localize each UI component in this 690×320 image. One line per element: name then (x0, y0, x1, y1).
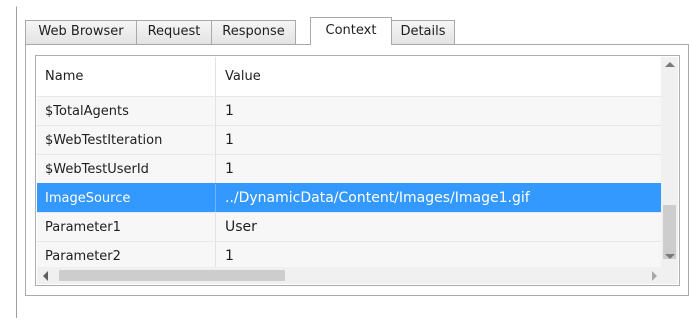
context-grid[interactable]: Name Value $TotalAgents 1 $WebTestIterat… (35, 55, 680, 286)
chevron-left-icon[interactable] (43, 271, 48, 281)
row-name: ImageSource (45, 190, 131, 206)
chevron-down-icon[interactable] (665, 254, 675, 259)
column-divider (215, 213, 216, 241)
row-name: $TotalAgents (45, 103, 129, 119)
column-divider (215, 97, 216, 125)
grid-row-image-source[interactable]: ImageSource ../DynamicData/Content/Image… (37, 183, 662, 212)
tab-request[interactable]: Request (136, 20, 212, 44)
grid-row-parameter1[interactable]: Parameter1 User (37, 212, 662, 241)
row-value: 1 (225, 248, 234, 264)
row-value: ../DynamicData/Content/Images/Image1.gif (225, 190, 530, 206)
grid-header: Name Value (37, 57, 662, 96)
column-header-name[interactable]: Name (45, 57, 215, 96)
chevron-right-icon[interactable] (652, 271, 657, 281)
grid-row-total-agents[interactable]: $TotalAgents 1 (37, 96, 662, 125)
row-value: 1 (225, 161, 234, 177)
vertical-scrollbar[interactable] (661, 57, 678, 267)
scrollbar-corner (661, 267, 678, 284)
grid-row-web-test-iteration[interactable]: $WebTestIteration 1 (37, 125, 662, 154)
column-divider (215, 242, 216, 270)
column-divider[interactable] (215, 57, 216, 96)
row-name: $WebTestIteration (45, 132, 163, 148)
grid-row-web-test-user-id[interactable]: $WebTestUserId 1 (37, 154, 662, 183)
horizontal-scroll-thumb[interactable] (59, 270, 285, 281)
grid-row-parameter2[interactable]: Parameter2 1 (37, 241, 662, 270)
column-divider (215, 126, 216, 154)
horizontal-scrollbar[interactable] (37, 267, 663, 284)
row-name: Parameter2 (45, 248, 121, 264)
tab-details[interactable]: Details (391, 20, 455, 44)
column-header-value[interactable]: Value (225, 57, 655, 96)
row-name: $WebTestUserId (45, 161, 149, 177)
column-divider (215, 184, 216, 212)
tab-response[interactable]: Response (211, 20, 296, 44)
tab-context[interactable]: Context (310, 17, 392, 45)
tab-web-browser[interactable]: Web Browser (25, 20, 137, 44)
tab-strip: Web Browser Request Response Context Det… (25, 17, 675, 45)
row-value: User (225, 219, 257, 235)
chevron-up-icon[interactable] (665, 62, 675, 67)
vertical-scroll-thumb[interactable] (663, 205, 676, 259)
row-value: 1 (225, 132, 234, 148)
row-value: 1 (225, 103, 234, 119)
row-name: Parameter1 (45, 219, 121, 235)
column-divider (215, 155, 216, 183)
